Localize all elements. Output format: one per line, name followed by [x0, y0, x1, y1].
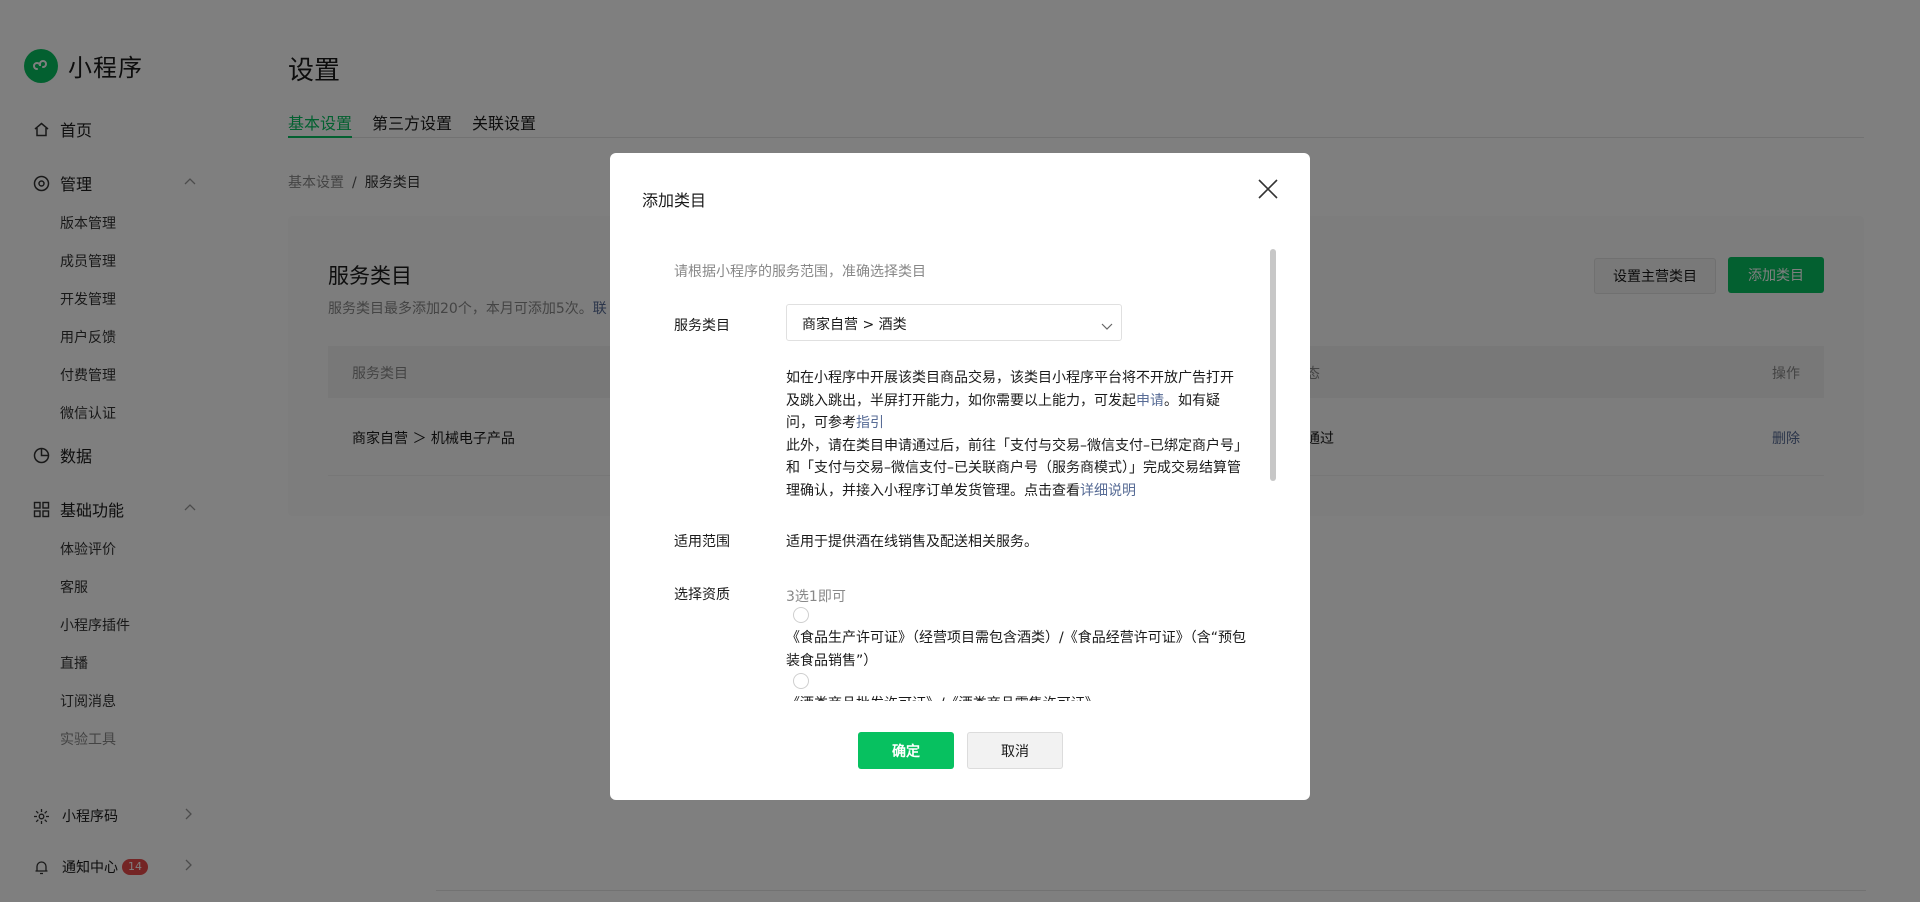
service-category-select[interactable]: 商家自营 > 酒类	[786, 304, 1122, 341]
chevron-down-icon	[1101, 317, 1113, 336]
qualification-option-2[interactable]: 《酒类商品批发许可证》/《酒类商品零售许可证》	[786, 693, 1256, 701]
qualification-radio-2[interactable]	[793, 673, 809, 689]
guide-link[interactable]: 指引	[856, 415, 884, 431]
details-link[interactable]: 详细说明	[1080, 483, 1136, 499]
notice-paragraph-1: 如在小程序中开展该类目商品交易，该类目小程序平台将不开放广告打开及跳入跳出，半屏…	[786, 367, 1246, 435]
qualification-hint: 3选1即可	[786, 589, 846, 605]
selected-category: 商家自营 > 酒类	[802, 317, 907, 333]
notice-paragraph-2: 此外，请在类目申请通过后，前往「支付与交易–微信支付–已绑定商户号」和「支付与交…	[786, 435, 1246, 503]
qualification-radio-1[interactable]	[793, 607, 809, 623]
close-icon[interactable]	[1256, 177, 1280, 201]
qualification-label: 选择资质	[674, 587, 730, 603]
qualification-option-1[interactable]: 《食品生产许可证》（经营项目需包含酒类）/《食品经营许可证》（含“预包装食品销售…	[786, 627, 1256, 672]
dialog-title: 添加类目	[642, 191, 707, 210]
category-notice: 如在小程序中开展该类目商品交易，该类目小程序平台将不开放广告打开及跳入跳出，半屏…	[786, 367, 1246, 502]
add-category-dialog: 添加类目 请根据小程序的服务范围，准确选择类目 服务类目 商家自营 > 酒类 如…	[610, 153, 1310, 800]
cancel-button[interactable]: 取消	[967, 732, 1063, 769]
dialog-body: 请根据小程序的服务范围，准确选择类目 服务类目 商家自营 > 酒类 如在小程序中…	[674, 249, 1260, 701]
dialog-scrollbar[interactable]	[1270, 249, 1276, 701]
scrollbar-thumb[interactable]	[1270, 249, 1276, 481]
service-category-label: 服务类目	[674, 318, 730, 334]
confirm-button[interactable]: 确定	[858, 732, 954, 769]
apply-link[interactable]: 申请	[1136, 393, 1164, 409]
scope-value: 适用于提供酒在线销售及配送相关服务。	[786, 534, 1038, 550]
scope-label: 适用范围	[674, 534, 730, 550]
dialog-hint: 请根据小程序的服务范围，准确选择类目	[674, 264, 926, 280]
notice-text-2: 此外，请在类目申请通过后，前往「支付与交易–微信支付–已绑定商户号」和「支付与交…	[786, 437, 1241, 499]
